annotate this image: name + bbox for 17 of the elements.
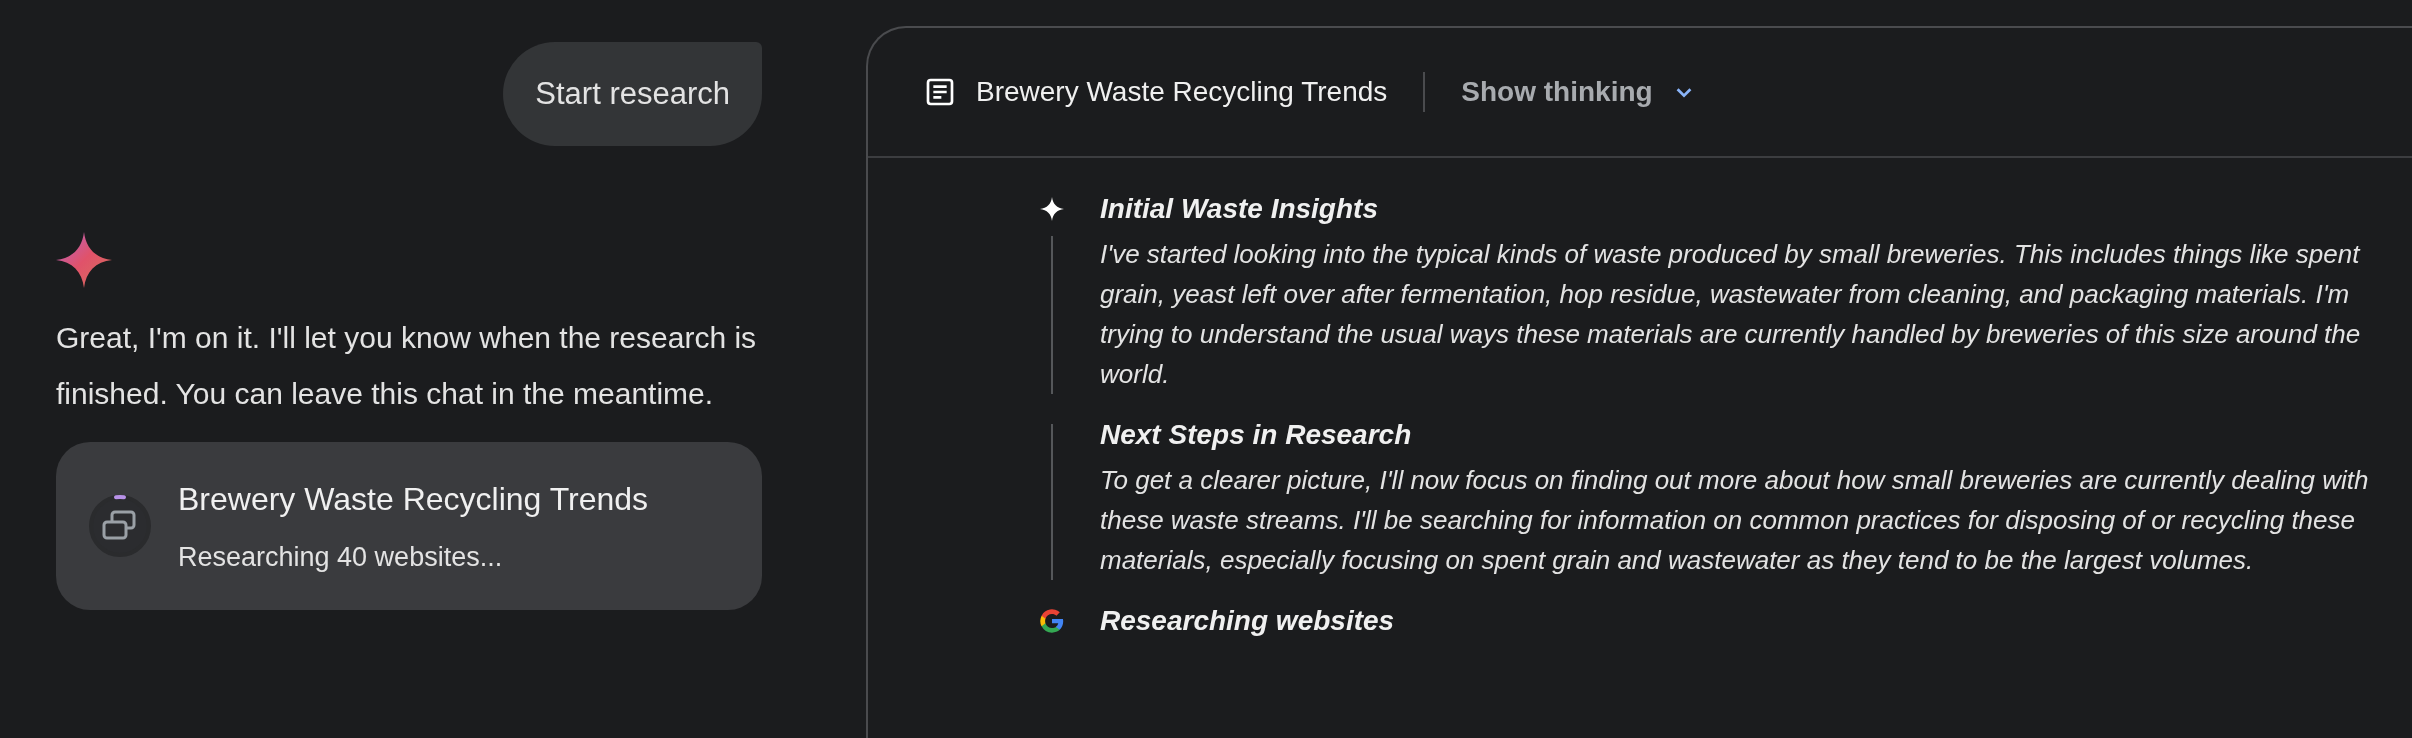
user-message: Start research xyxy=(503,42,762,146)
spinner-icon xyxy=(88,494,152,558)
show-thinking-button[interactable]: Show thinking xyxy=(1461,71,1695,113)
card-status: Researching 40 websites... xyxy=(178,540,504,574)
step-text: To get a clearer picture, I'll now focus on finding out more about how small breweries are currently dealing with these waste streams. I'll be searching for information on common practices for disposing of or recycling these materials, especially focusing on spent grain and wastewater as they tend to be the largest volumes. xyxy=(1100,464,2370,577)
research-card[interactable]: Brewery Waste Recycling Trends Researching 40 websites... xyxy=(56,442,762,610)
sparkle-icon xyxy=(1040,197,1064,221)
panel-title: Brewery Waste Recycling Trends xyxy=(976,75,1388,109)
sparkle-icon xyxy=(56,232,112,288)
step-text: I've started looking into the typical kinds of waste produced by small breweries. This includes things like spent grain, yeast left over after fermentation, hop residue, wastewater from cleaning, and packaging materials. I'm trying to understand the usual ways these materials are currently handled by breweries of this size around the world. xyxy=(1100,238,2362,391)
step-title: Next Steps in Research xyxy=(1100,418,1413,452)
reply-text: Great, I'm on it. I'll let you know when the research is finished. You can leave this chat in the meantime. xyxy=(56,320,758,412)
step-title: Initial Waste Insights xyxy=(1100,192,1379,226)
document-icon xyxy=(924,76,956,108)
google-icon xyxy=(1038,607,1066,635)
card-title: Brewery Waste Recycling Trends xyxy=(178,479,649,519)
step-title: Researching websites xyxy=(1100,604,1396,638)
